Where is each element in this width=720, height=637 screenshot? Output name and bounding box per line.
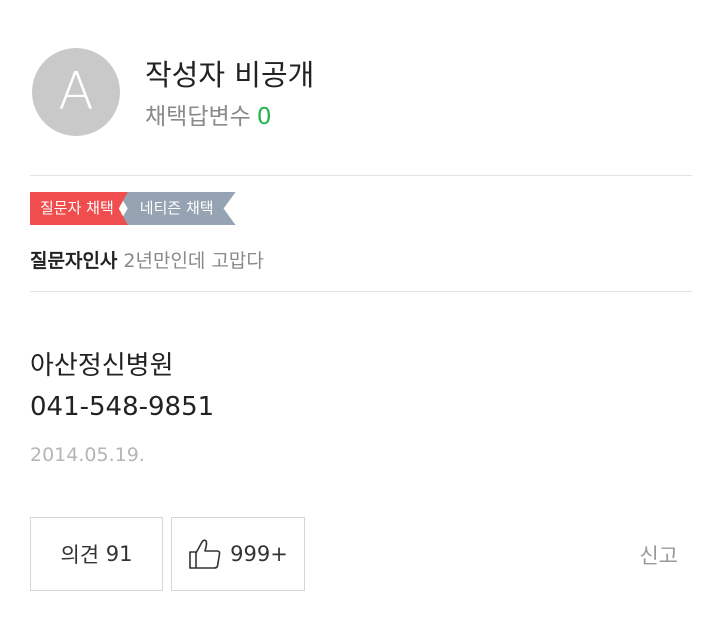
netizen-adopted-badge: 네티즌 채택 xyxy=(118,192,236,225)
author-name: 작성자 비공개 xyxy=(145,58,315,92)
comment-label: 의견 xyxy=(60,543,100,567)
greeting-text: 2년만인데 고맙다 xyxy=(123,250,264,272)
answer-text-line1: 아산정신병원 xyxy=(30,351,174,381)
answer-text-line2: 041-548-9851 xyxy=(30,392,215,422)
questioner-greeting: 질문자인사 2년만인데 고맙다 xyxy=(30,246,264,273)
answer-count-value: 0 xyxy=(256,104,272,130)
like-button[interactable]: 999+ xyxy=(171,517,305,591)
like-count: 999+ xyxy=(230,542,288,566)
report-link[interactable]: 신고 xyxy=(639,540,678,570)
adoption-badges: 질문자 채택 네티즌 채택 xyxy=(30,192,236,225)
divider-middle xyxy=(30,291,692,292)
thumbs-up-icon xyxy=(189,539,221,569)
avatar: A xyxy=(32,48,120,136)
divider-top xyxy=(30,175,692,176)
questioner-adopted-badge: 질문자 채택 xyxy=(30,192,128,225)
answer-count: 채택답변수 0 xyxy=(145,97,271,131)
greeting-label: 질문자인사 xyxy=(30,250,118,272)
comment-button[interactable]: 의견 91 xyxy=(30,517,163,591)
answer-date: 2014.05.19. xyxy=(30,444,145,466)
answer-count-label: 채택답변수 xyxy=(145,104,251,130)
comment-count: 91 xyxy=(105,542,133,566)
avatar-letter: A xyxy=(58,62,94,122)
